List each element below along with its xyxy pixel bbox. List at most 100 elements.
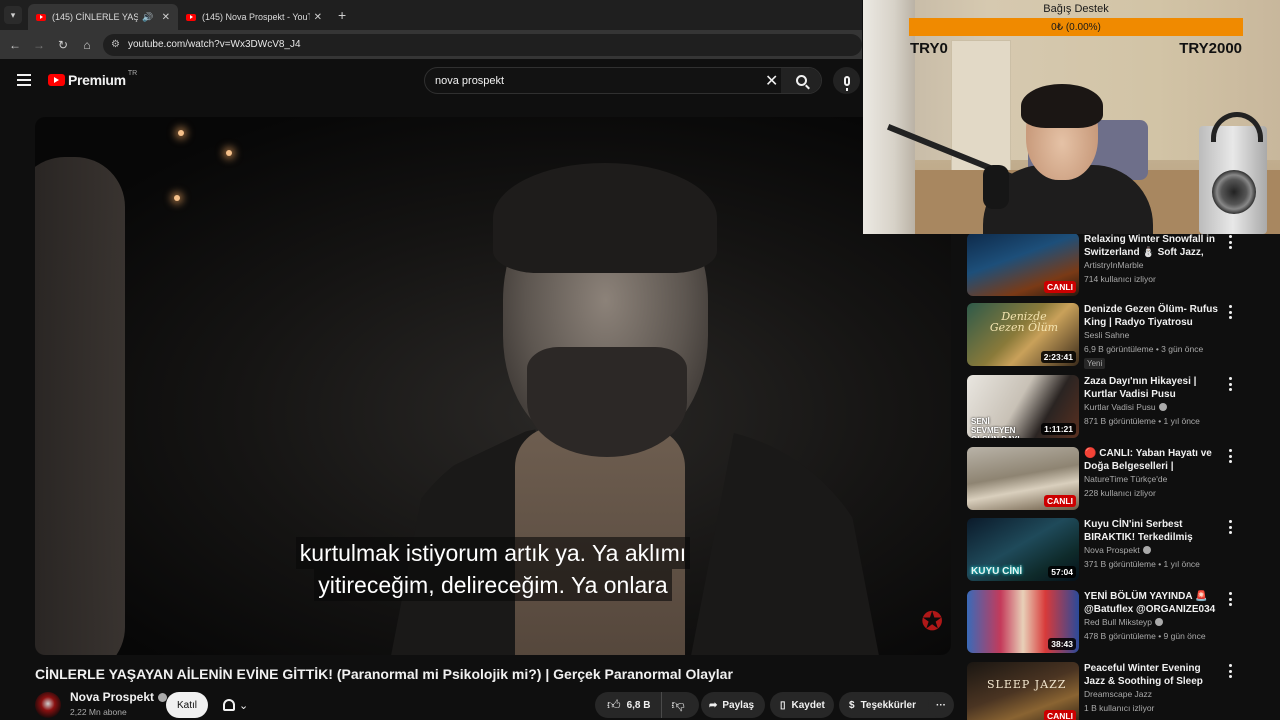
menu-icon[interactable]: [17, 74, 31, 86]
verified-icon: [1158, 403, 1167, 411]
video-player[interactable]: kurtulmak istiyorum artık ya. Ya aklımı …: [35, 117, 951, 655]
recommendation-title[interactable]: Peaceful Winter Evening Jazz & Soothing …: [1084, 662, 1220, 688]
youtube-header: Premium TR ✕: [0, 59, 862, 103]
browser-toolbar: ← → ↻ ⌂ ⚙ youtube.com/watch?v=Wx3DWcV8_J…: [0, 30, 862, 59]
forward-button[interactable]: →: [27, 38, 51, 52]
video-light: [174, 195, 180, 201]
new-tab-button[interactable]: +: [338, 7, 346, 23]
like-count: 6,8 B: [626, 699, 651, 711]
share-icon: ➦: [709, 699, 718, 711]
browser-tab[interactable]: (145) Nova Prospekt - YouTube ✕: [178, 4, 330, 30]
more-options-icon[interactable]: [1225, 235, 1235, 249]
star-watermark-icon: ✪: [921, 606, 943, 636]
live-badge: CANLI: [1044, 495, 1076, 507]
more-options-icon[interactable]: [1225, 592, 1235, 606]
recommendation-item[interactable]: KUYU CİNİ 57:04 Kuyu CİN'ini Serbest BIR…: [967, 518, 1247, 584]
video-thumbnail[interactable]: CANLI: [967, 234, 1079, 296]
webcam-curtain: [863, 0, 915, 234]
share-label: Paylaş: [722, 699, 755, 711]
youtube-favicon-icon: [186, 13, 196, 21]
recommendation-title[interactable]: YENİ BÖLÜM YAYINDA 🚨 @Batuflex @ORGANIZE…: [1084, 590, 1220, 616]
search-box: ✕: [424, 67, 822, 94]
tab-search-button[interactable]: ▾: [4, 6, 22, 24]
webcam-microphone: [983, 165, 1009, 209]
channel-avatar[interactable]: [35, 692, 61, 718]
recommendation-channel[interactable]: NatureTime Türkçe'de: [1084, 474, 1167, 484]
video-light: [226, 150, 232, 156]
channel-actions-row: Nova Prospekt 2,22 Mn abone Katıl ⌄ 👍︎ 6…: [35, 690, 954, 720]
clear-search-icon[interactable]: ✕: [765, 71, 778, 91]
home-button[interactable]: ⌂: [75, 38, 99, 52]
recommendation-title[interactable]: 🔴 CANLI: Yaban Hayatı ve Doğa Belgeselle…: [1084, 447, 1220, 473]
video-thumbnail[interactable]: SLEEP JAZZ CANLI: [967, 662, 1079, 720]
microphone-icon: [843, 75, 850, 91]
search-icon: [795, 75, 807, 86]
recommendation-channel[interactable]: Dreamscape Jazz: [1084, 689, 1152, 699]
recommendation-channel[interactable]: Sesli Sahne: [1084, 330, 1129, 340]
recommendation-meta: 871 B görüntüleme • 1 yıl önce: [1084, 416, 1200, 426]
recommendation-meta: 6,9 B görüntüleme • 3 gün önce: [1084, 344, 1204, 354]
recommendation-title[interactable]: Denizde Gezen Ölüm- Rufus King | Radyo T…: [1084, 303, 1220, 329]
recommendation-item[interactable]: SLEEP JAZZ CANLI Peaceful Winter Evening…: [967, 662, 1247, 720]
recommendation-meta: 371 B görüntüleme • 1 yıl önce: [1084, 559, 1200, 569]
close-tab-icon[interactable]: ✕: [314, 12, 322, 23]
notification-bell-button[interactable]: ⌄: [215, 692, 259, 718]
reload-button[interactable]: ↻: [51, 38, 75, 52]
site-info-icon[interactable]: ⚙: [111, 39, 120, 50]
more-options-icon[interactable]: [1225, 377, 1235, 391]
recommendation-title[interactable]: Relaxing Winter Snowfall in Switzerland …: [1084, 234, 1220, 259]
channel-text: Nova Prospekt: [1084, 545, 1140, 555]
video-person-hair: [493, 163, 717, 273]
more-options-icon[interactable]: [1225, 520, 1235, 534]
recommendation-channel[interactable]: ArtistryInMarble: [1084, 260, 1144, 270]
video-thumbnail[interactable]: 38:43: [967, 590, 1079, 653]
search-input[interactable]: [425, 74, 745, 87]
recommendation-meta: 714 kullanıcı izliyor: [1084, 274, 1156, 284]
share-button[interactable]: ➦ Paylaş: [701, 692, 765, 718]
thumbs-down-icon: 👎︎: [671, 697, 685, 712]
thumbnail-text: SENİ SEVMEYEN ÖLSÜN DAYI: [971, 417, 1020, 438]
video-thumbnail[interactable]: Denizde Gezen Ölüm 2:23:41: [967, 303, 1079, 366]
recommendation-channel[interactable]: Kurtlar Vadisi Pusu: [1084, 402, 1167, 412]
more-options-icon[interactable]: [1225, 664, 1235, 678]
recommendation-item[interactable]: SENİ SEVMEYEN ÖLSÜN DAYI 1:11:21 Zaza Da…: [967, 375, 1247, 441]
video-subtitles: kurtulmak istiyorum artık ya. Ya aklımı …: [35, 537, 951, 601]
subtitle-line: yitireceğim, delireceğim. Ya onlara: [314, 569, 672, 601]
bookmark-icon: ▯: [780, 699, 786, 711]
browser-tab-active[interactable]: (145) CİNLERLE YAŞAYAN A 🔊 ✕: [28, 4, 178, 30]
recommendation-item[interactable]: CANLI 🔴 CANLI: Yaban Hayatı ve Doğa Belg…: [967, 447, 1247, 513]
search-button[interactable]: [781, 68, 821, 93]
address-bar[interactable]: ⚙ youtube.com/watch?v=Wx3DWcV8_J4: [103, 33, 862, 56]
recommendation-title[interactable]: Kuyu CİN'ini Serbest BIRAKTIK! Terkedilm…: [1084, 518, 1220, 544]
join-button[interactable]: Katıl: [166, 692, 208, 718]
channel-name[interactable]: Nova Prospekt: [70, 690, 168, 704]
video-thumbnail[interactable]: KUYU CİNİ 57:04: [967, 518, 1079, 581]
recommendation-item[interactable]: CANLI Relaxing Winter Snowfall in Switze…: [967, 234, 1247, 299]
youtube-logo[interactable]: Premium TR: [48, 70, 137, 88]
back-button[interactable]: ←: [3, 38, 27, 52]
channel-name-text: Nova Prospekt: [70, 690, 155, 704]
recommendation-channel[interactable]: Nova Prospekt: [1084, 545, 1151, 555]
verified-icon: [1155, 618, 1164, 626]
save-button[interactable]: ▯ Kaydet: [770, 692, 834, 718]
voice-search-button[interactable]: [833, 67, 860, 94]
video-thumbnail[interactable]: CANLI: [967, 447, 1079, 510]
live-badge: CANLI: [1044, 710, 1076, 720]
video-thumbnail[interactable]: SENİ SEVMEYEN ÖLSÜN DAYI 1:11:21: [967, 375, 1079, 438]
donation-title: Bağış Destek: [1043, 3, 1109, 15]
more-options-icon[interactable]: [1225, 305, 1235, 319]
close-tab-icon[interactable]: ✕: [162, 12, 170, 23]
webcam-person-hair: [1021, 84, 1103, 128]
like-button[interactable]: 👍︎ 6,8 B: [595, 692, 662, 718]
more-options-icon[interactable]: [1225, 449, 1235, 463]
donation-progress-bar: 0₺ (0.00%): [909, 18, 1243, 36]
speaker-icon[interactable]: 🔊: [142, 12, 153, 23]
recommendation-item[interactable]: 38:43 YENİ BÖLÜM YAYINDA 🚨 @Batuflex @OR…: [967, 590, 1247, 656]
subscriber-count: 2,22 Mn abone: [70, 707, 127, 717]
recommendation-item[interactable]: Denizde Gezen Ölüm 2:23:41 Denizde Gezen…: [967, 303, 1247, 369]
dislike-button[interactable]: 👎︎: [662, 697, 685, 713]
more-actions-button[interactable]: ···: [928, 692, 954, 718]
recommendation-channel[interactable]: Red Bull Miksteyp: [1084, 617, 1164, 627]
recommendation-title[interactable]: Zaza Dayı'nın Hikayesi | Kurtlar Vadisi …: [1084, 375, 1220, 401]
recommendation-meta: 1 B kullanıcı izliyor: [1084, 703, 1155, 713]
